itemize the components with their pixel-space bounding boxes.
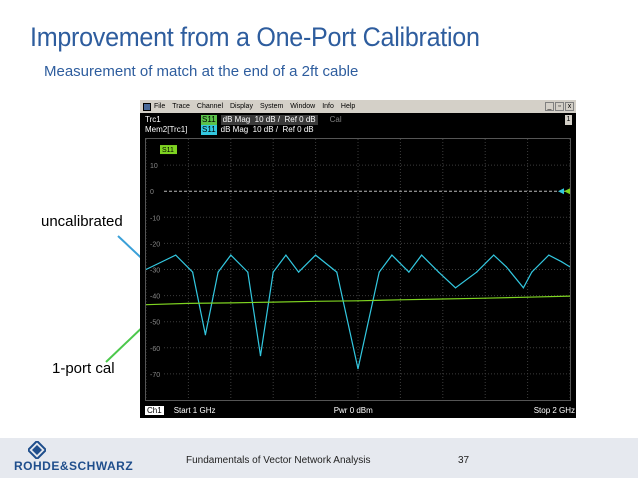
trace2-scale: 10 dB / [252, 125, 279, 134]
vna-menubar: File Trace Channel Display System Window… [140, 100, 576, 113]
one-port-cal-label: 1-port cal [52, 360, 115, 377]
trace2-param: S11 [201, 125, 217, 135]
reference-arrow-green [564, 188, 570, 195]
trace1-format: dB Mag 10 dB / Ref 0 dB [220, 115, 318, 125]
uncal-point [548, 254, 550, 256]
logo-diamond-icon [28, 441, 46, 459]
trace1-scale: 10 dB / [254, 115, 281, 124]
menu-trace[interactable]: Trace [172, 103, 190, 110]
power-level[interactable]: Pwr 0 dBm [334, 406, 534, 415]
uncal-point [259, 355, 262, 357]
app-icon [143, 102, 151, 111]
trace2-format-text: dB Mag [220, 125, 249, 134]
uncal-point [391, 254, 393, 256]
slide-subtitle: Measurement of match at the end of a 2ft… [44, 63, 359, 80]
uncal-point [272, 271, 274, 273]
series-line-uncalibrated [146, 254, 570, 369]
uncal-point [217, 271, 219, 273]
s11-chart: 10 0 -10 -20 -30 -40 -50 -60 -70 S11 [146, 139, 570, 400]
trace2-ref: Ref 0 dB [282, 125, 314, 134]
trace1-name: Trc1 [145, 115, 161, 124]
trace2-format: dB Mag 10 dB / Ref 0 dB [221, 125, 314, 135]
cal-point [272, 301, 274, 303]
uncal-point [175, 254, 177, 256]
uncal-point [336, 271, 338, 273]
uncal-point [560, 261, 563, 263]
uncal-point [357, 368, 359, 370]
trace1-param: S11 [201, 115, 217, 125]
trace1-format-text: dB Mag [222, 115, 251, 124]
cal-point [484, 297, 486, 299]
cal-point [442, 298, 444, 300]
uncal-point [408, 271, 410, 273]
cal-point [357, 300, 359, 302]
y-tick-label: -30 [150, 268, 160, 275]
uncal-point [298, 271, 300, 273]
cal-point [315, 300, 317, 302]
channel-label[interactable]: Ch1 [145, 405, 164, 415]
page-number: 37 [458, 455, 470, 466]
trace2-info[interactable]: Mem2[Trc1] S11 dB Mag 10 dB / Ref 0 dB [145, 125, 318, 135]
uncal-point [204, 334, 206, 336]
reference-arrow-cyan [558, 188, 564, 195]
uncal-point [378, 271, 380, 273]
plot-area: 10 0 -10 -20 -30 -40 -50 -60 -70 S11 [145, 138, 571, 401]
stop-frequency[interactable]: Stop 2 GHz [534, 406, 575, 415]
uncal-point [522, 287, 524, 289]
cal-point [527, 296, 529, 298]
y-tick-label: -40 [150, 294, 160, 301]
y-tick-label: -60 [150, 346, 160, 353]
footer-title: Fundamentals of Vector Network Analysis [186, 455, 371, 466]
menu-help[interactable]: Help [341, 103, 355, 110]
menu-window[interactable]: Window [290, 103, 315, 110]
trace2-name: Mem2[Trc1] [145, 125, 188, 134]
uncal-point [531, 271, 533, 273]
uncal-point [493, 254, 495, 256]
minimize-button[interactable]: _ [545, 102, 554, 111]
rohde-schwarz-logo: ROHDE&SCHWARZ [14, 441, 174, 475]
uncal-point [437, 271, 440, 273]
menu-file[interactable]: File [154, 103, 165, 110]
y-tick-label: -10 [150, 215, 160, 222]
uncal-point [454, 287, 457, 289]
uncal-point [505, 266, 507, 268]
menu-info[interactable]: Info [322, 103, 334, 110]
start-frequency[interactable]: Start 1 GHz [174, 406, 334, 415]
logo-text: ROHDE&SCHWARZ [14, 459, 134, 473]
y-tick-label: -20 [150, 241, 160, 248]
restore-button[interactable]: ▫ [555, 102, 564, 111]
uncal-point [476, 271, 478, 273]
trace1-cal: Cal [329, 115, 342, 124]
uncal-point [230, 254, 232, 256]
menu-channel[interactable]: Channel [197, 103, 223, 110]
uncal-point [315, 254, 317, 256]
uncalibrated-label: uncalibrated [41, 213, 123, 230]
slide-title: Improvement from a One-Port Calibration [30, 22, 480, 52]
y-tick-label: 0 [150, 189, 154, 196]
status-bar: Ch1 Start 1 GHz Pwr 0 dBm Stop 2 GHz [140, 403, 576, 417]
trace-scroll-button[interactable]: 1 [565, 115, 572, 125]
uncal-point [421, 254, 423, 256]
cal-point [230, 302, 232, 304]
uncal-point [247, 271, 249, 273]
trace1-info[interactable]: Trc1 S11 dB Mag 10 dB / Ref 0 dB Cal [145, 115, 342, 125]
uncal-point [285, 254, 287, 256]
y-tick-label: 10 [150, 163, 158, 170]
menu-display[interactable]: Display [230, 103, 253, 110]
y-tick-label: -70 [150, 372, 160, 379]
s11-marker-label: S11 [162, 147, 174, 154]
y-tick-label: -50 [150, 320, 160, 327]
menu-system[interactable]: System [260, 103, 283, 110]
uncal-point [192, 271, 194, 273]
cal-point [399, 299, 401, 301]
cal-point [187, 302, 189, 305]
trace1-ref: Ref 0 dB [284, 115, 316, 124]
close-button[interactable]: x [565, 102, 574, 111]
vna-window: File Trace Channel Display System Window… [140, 100, 576, 418]
